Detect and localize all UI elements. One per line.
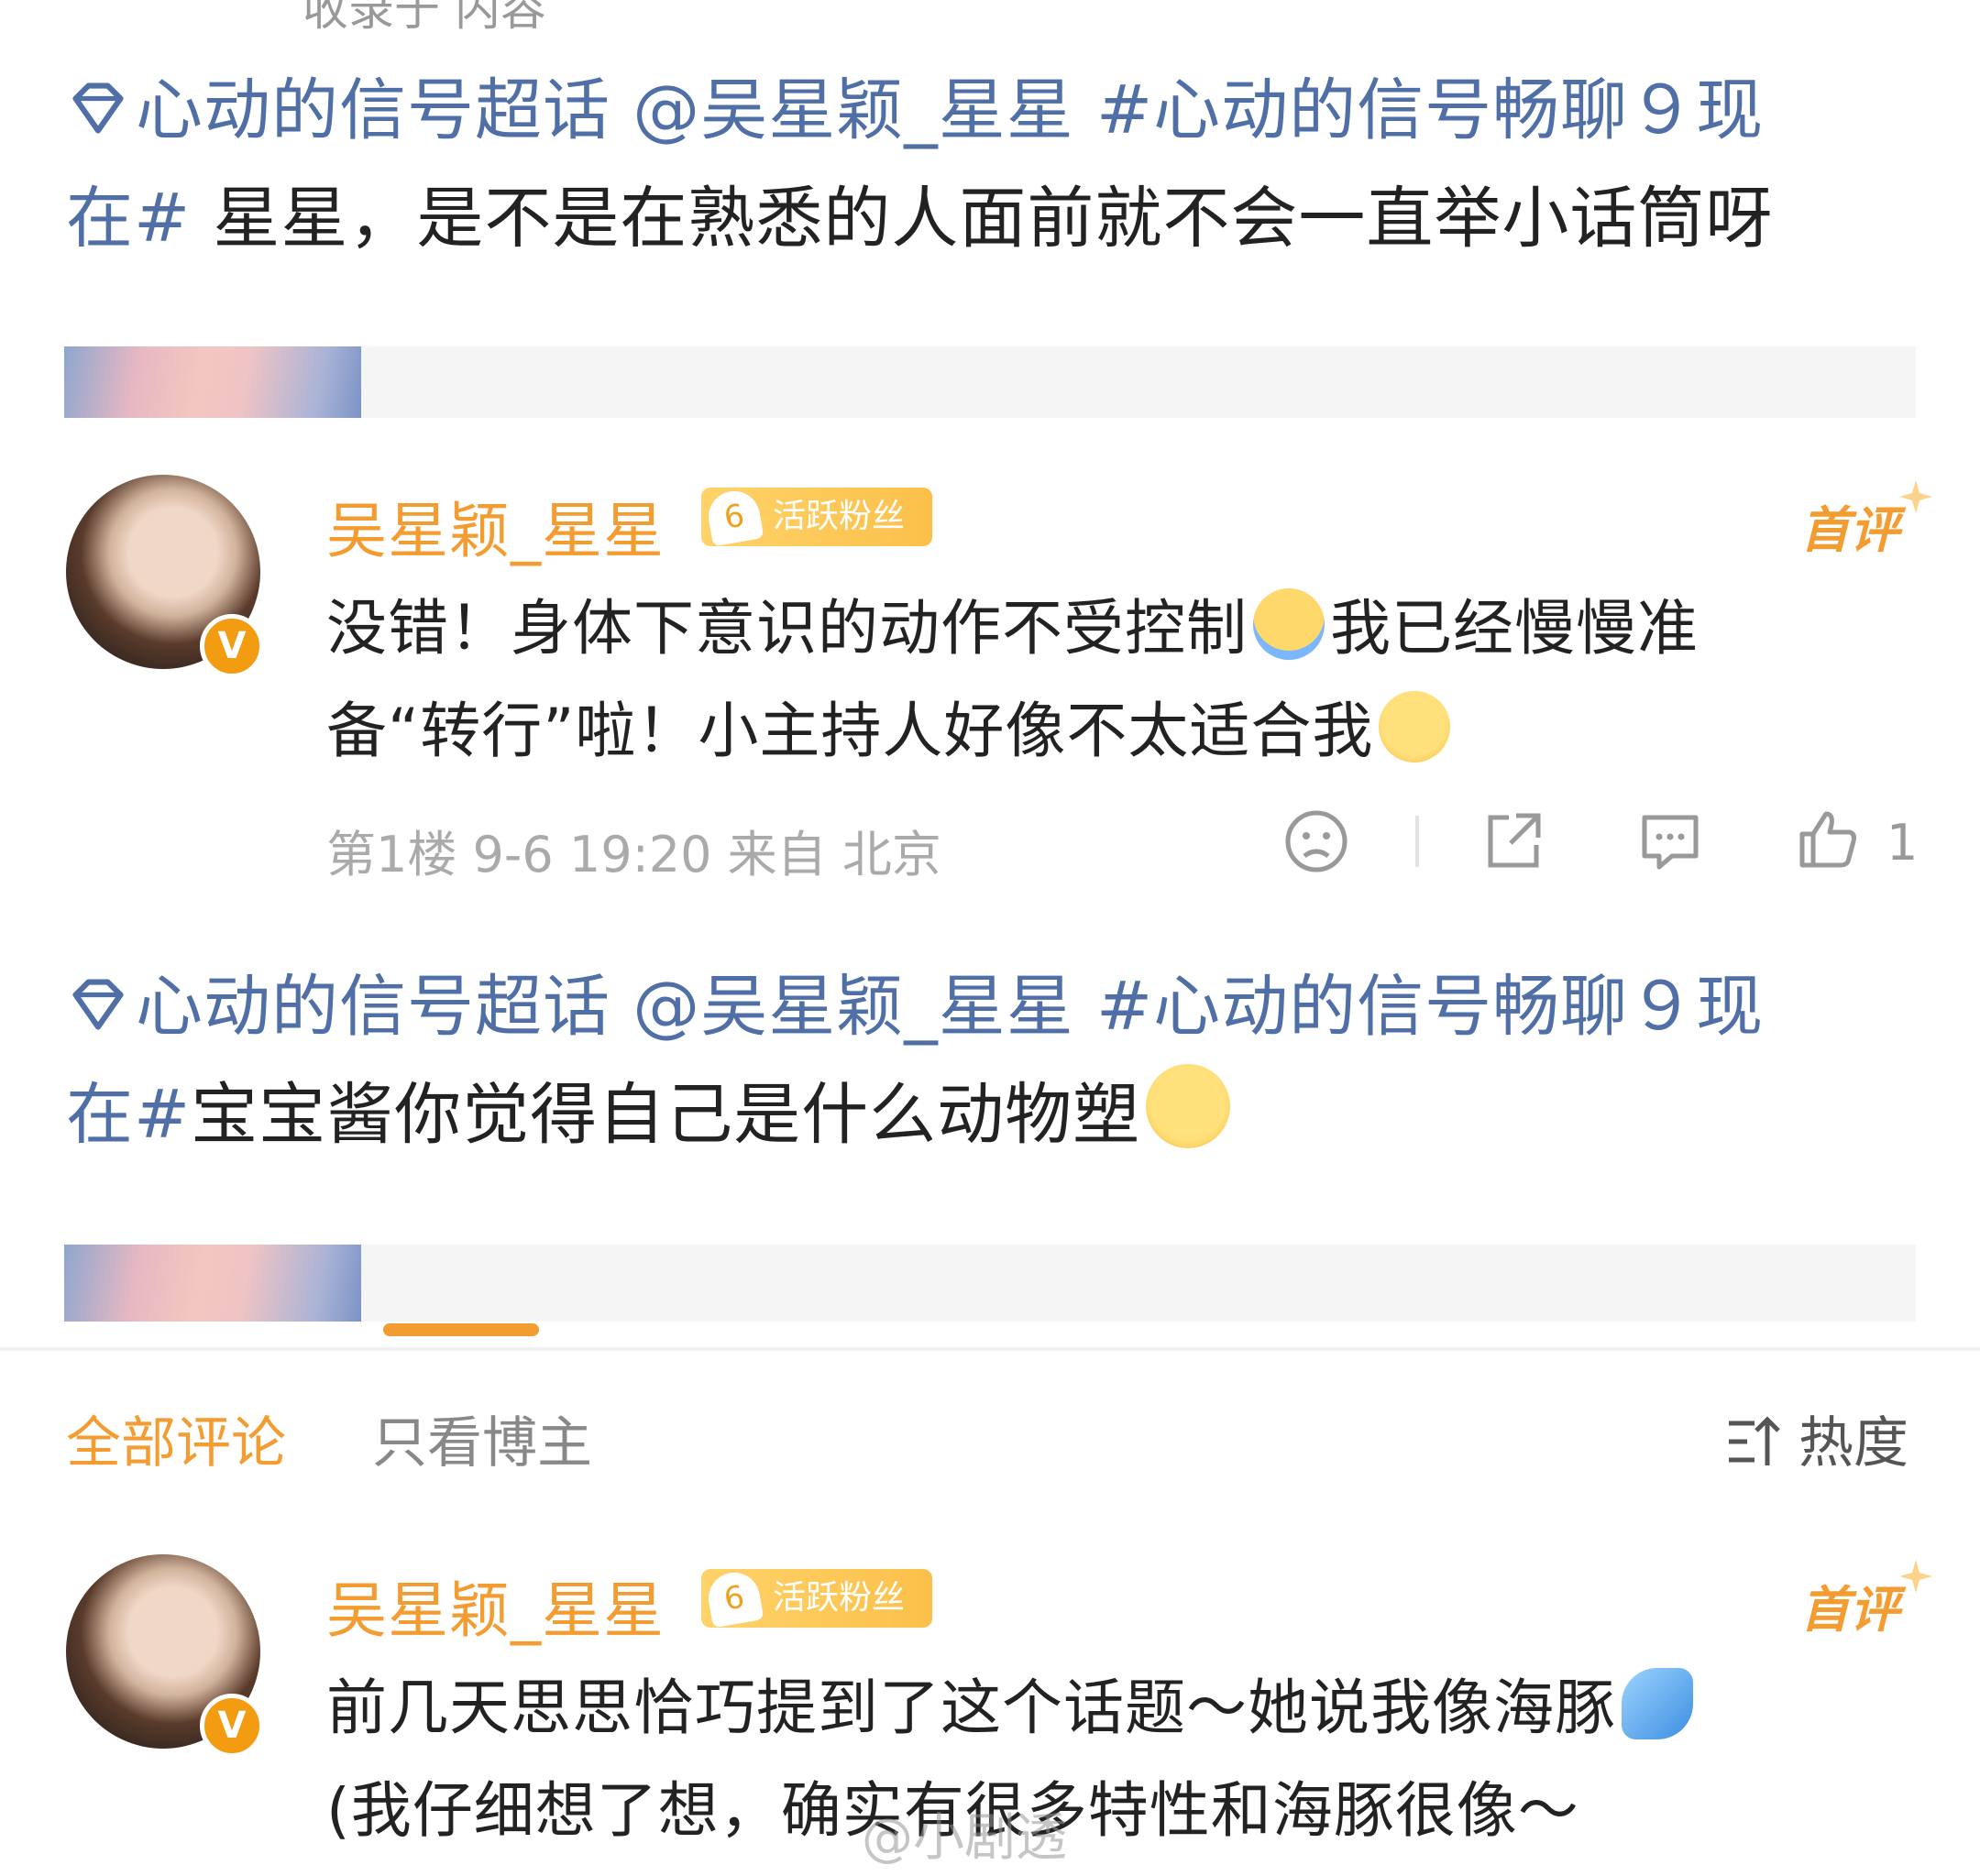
section-divider <box>0 1347 1980 1351</box>
mention-link[interactable]: @吴星颖_星星 <box>632 968 1074 1046</box>
clipped-header-text: 收录于 内容 <box>302 0 546 36</box>
fan-badge-label: 活跃粉丝 <box>773 498 906 535</box>
verified-v-icon: V <box>200 1694 264 1758</box>
like-count: 1 <box>1886 814 1919 872</box>
sort-label: 热度 <box>1798 1411 1908 1476</box>
username[interactable]: 吴星颖_星星 <box>326 1562 665 1650</box>
sky-image <box>64 346 361 418</box>
tab-owner-only[interactable]: 只看博主 <box>372 1399 592 1478</box>
fan-level-badge: 6 活跃粉丝 <box>701 1568 932 1629</box>
sky-image <box>64 1245 361 1322</box>
fan-level-number: 6 <box>704 487 764 547</box>
username[interactable]: 吴星颖_星星 <box>326 482 665 570</box>
comment-meta: 第1楼 9-6 19:20 来自 北京 <box>326 826 941 883</box>
first-comment-badge: 首评 <box>1800 501 1899 559</box>
star-sparkle-icon <box>1898 478 1934 515</box>
tab-all-comments[interactable]: 全部评论 <box>66 1399 286 1478</box>
star-sparkle-icon <box>1898 1558 1934 1595</box>
hashtag-link[interactable]: #心动的信号畅聊９现 <box>1096 71 1764 149</box>
watermark: @小剧透 <box>862 1808 1067 1868</box>
post-card-2[interactable]: 心动的信号超话 @吴星颖_星星 #心动的信号畅聊９现 在#宝宝酱你觉得自己是什么… <box>66 953 1899 1169</box>
post-card-1[interactable]: 心动的信号超话 @吴星颖_星星 #心动的信号畅聊９现 在# 星星，是不是在熟悉的… <box>66 57 1899 273</box>
hashtag-link-end[interactable]: 在# <box>66 180 191 258</box>
post-text: 星星，是不是在熟悉的人面前就不会一直举小话筒呀 <box>191 180 1774 258</box>
verified-v-icon: V <box>200 614 264 678</box>
scroll-indicator <box>383 1323 539 1336</box>
hashtag-link-end[interactable]: 在# <box>66 1076 191 1154</box>
comment-text: 前几天思思恰巧提到了这个话题～她说我像海豚 (我仔细想了想，确实有很多特性和海豚… <box>326 1657 1885 1862</box>
pleading-emoji-icon <box>1146 1064 1231 1148</box>
comment-text: 没错！身体下意识的动作不受控制 我已经慢慢准 备“转行”啦！小主持人好像不太适合我 <box>326 577 1885 783</box>
sort-icon <box>1729 1416 1780 1465</box>
first-comment-badge: 首评 <box>1800 1581 1899 1639</box>
comment-line: 前几天思思恰巧提到了这个话题～她说我像海豚 <box>326 1673 1616 1743</box>
shy-smile-emoji-icon <box>1379 691 1451 762</box>
share-icon[interactable] <box>1480 808 1546 874</box>
post-banner[interactable] <box>64 346 1916 418</box>
dolphin-emoji-icon <box>1622 1668 1693 1739</box>
post-text: 宝宝酱你觉得自己是什么动物塑 <box>191 1076 1141 1154</box>
action-divider <box>1415 816 1419 867</box>
post-banner[interactable] <box>64 1245 1916 1322</box>
topic-link[interactable]: 心动的信号超话 <box>136 968 610 1046</box>
fan-level-number: 6 <box>704 1568 764 1629</box>
sort-button[interactable]: 热度 <box>1725 1399 1908 1478</box>
like-thumb-icon[interactable] <box>1795 806 1861 872</box>
topic-link[interactable]: 心动的信号超话 <box>136 71 610 149</box>
fan-level-badge: 6 活跃粉丝 <box>701 487 932 547</box>
super-topic-icon <box>72 979 124 1030</box>
super-topic-icon <box>72 82 124 134</box>
hashtag-link[interactable]: #心动的信号畅聊９现 <box>1096 968 1764 1046</box>
comment-line: 我已经慢慢准 <box>1330 593 1699 664</box>
dislike-face-icon[interactable] <box>1283 808 1349 874</box>
comment-bubble-icon[interactable] <box>1637 808 1703 874</box>
comment-line: 没错！身体下意识的动作不受控制 <box>326 593 1248 664</box>
crying-emoji-icon <box>1253 588 1325 660</box>
comment-line: 备“转行”啦！小主持人好像不太适合我 <box>326 696 1374 766</box>
mention-link[interactable]: @吴星颖_星星 <box>632 71 1074 149</box>
fan-badge-label: 活跃粉丝 <box>773 1579 906 1617</box>
